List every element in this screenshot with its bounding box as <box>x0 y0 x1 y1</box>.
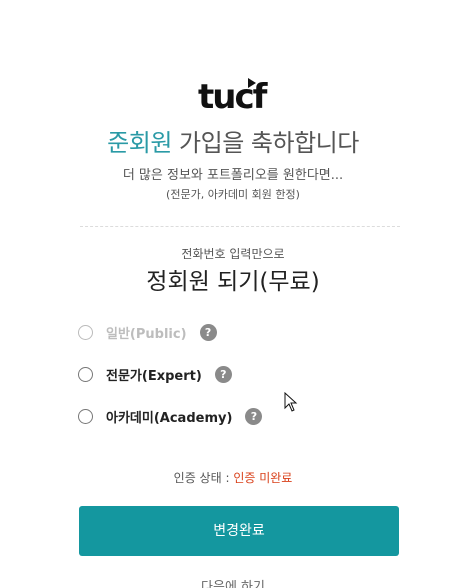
help-icon[interactable]: ? <box>245 407 263 425</box>
radio-expert[interactable] <box>78 366 93 382</box>
radio-academy[interactable] <box>78 408 93 424</box>
auth-status: 인증 상태 : 인증 미완료 <box>0 469 466 486</box>
later-link[interactable]: 다음에 하기 <box>0 576 466 588</box>
option-expert-label: 전문가(Expert) <box>106 368 202 384</box>
title-rest: 가입을 축하합니다 <box>171 129 359 157</box>
option-public[interactable]: 일반(Public) ? <box>78 322 217 342</box>
option-academy-label: 아카데미(Academy) <box>106 410 233 426</box>
help-icon[interactable]: ? <box>214 365 232 383</box>
title-accent: 준회원 <box>107 129 172 157</box>
divider <box>80 226 400 227</box>
option-academy[interactable]: 아카데미(Academy) ? <box>78 406 263 426</box>
option-public-label: 일반(Public) <box>106 326 187 342</box>
page-title: 준회원 가입을 축하합니다 <box>0 123 466 158</box>
auth-status-label: 인증 상태 : <box>173 471 234 485</box>
submit-button[interactable]: 변경완료 <box>79 506 399 556</box>
subtitle: 더 많은 정보와 포트폴리오를 원한다면... <box>122 168 344 183</box>
full-member-heading: 정회원 되기(무료) <box>146 269 320 295</box>
svg-text:tucf: tucf <box>198 77 269 116</box>
auth-status-value: 인증 미완료 <box>233 471 293 485</box>
phone-hint: 전화번호 입력만으로 <box>181 247 285 261</box>
radio-public[interactable] <box>78 324 93 340</box>
help-icon[interactable]: ? <box>199 323 217 341</box>
subtitle-note: (전문가, 아카데미 회원 한정) <box>166 188 300 201</box>
mouse-cursor-icon <box>284 392 298 412</box>
signup-complete-page: tucf 준회원 가입을 축하합니다 더 많은 정보와 포트폴리오를 원한다면.… <box>0 0 466 588</box>
option-expert[interactable]: 전문가(Expert) ? <box>78 364 232 384</box>
tucf-logo: tucf <box>198 77 271 116</box>
